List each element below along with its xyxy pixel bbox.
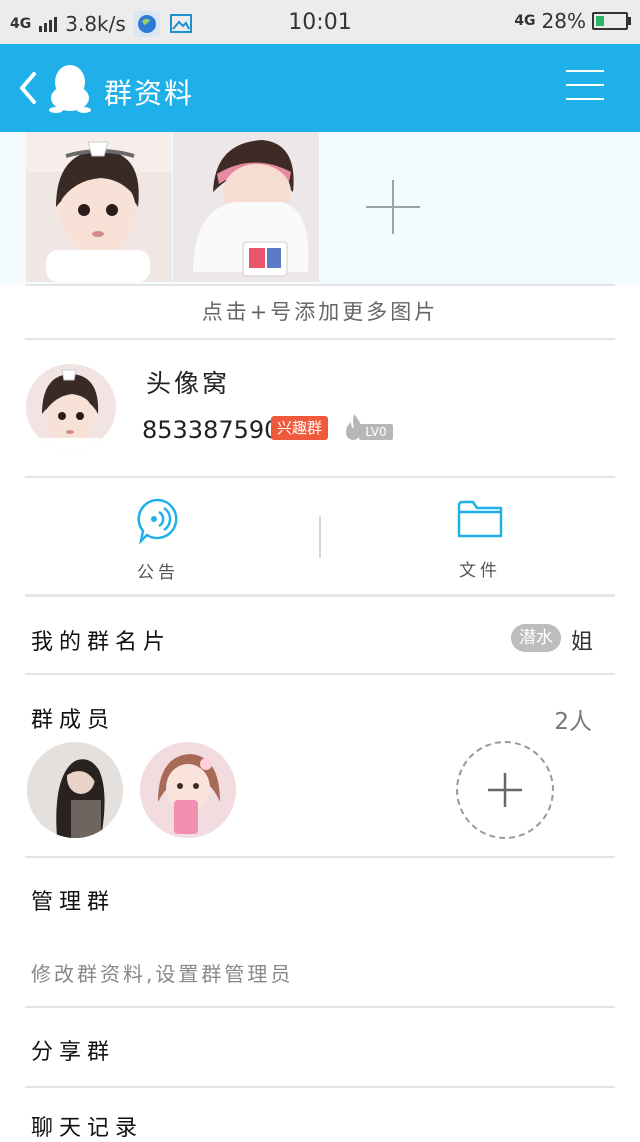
folder-icon — [457, 500, 503, 538]
divider — [25, 284, 615, 286]
divider — [25, 1086, 615, 1088]
group-avatar[interactable] — [26, 364, 116, 450]
my-card-label[interactable]: 我的群名片 — [31, 624, 171, 656]
chat-history-label[interactable]: 聊天记录 — [31, 1110, 143, 1142]
member-avatar[interactable] — [140, 742, 236, 838]
status-bar: 4G 3.8k/s 10:01 4G 28% — [0, 0, 640, 44]
page-title: 群资料 — [104, 77, 195, 110]
announcement-icon — [137, 498, 178, 545]
members-label[interactable]: 群成员 — [31, 702, 115, 734]
group-type-badge: 兴趣群 — [271, 416, 329, 440]
feature-separator — [319, 516, 321, 558]
divider — [25, 476, 615, 478]
status-right: 4G 28% — [514, 9, 631, 33]
menu-icon[interactable] — [566, 70, 604, 104]
group-photo-1[interactable] — [26, 132, 172, 282]
back-icon[interactable] — [14, 70, 44, 106]
battery-icon — [592, 12, 631, 30]
qq-penguin-icon — [49, 65, 91, 113]
divider — [25, 1006, 615, 1008]
divider — [25, 338, 615, 340]
divider — [25, 594, 615, 597]
battery-fill — [596, 16, 604, 26]
photo-hint: 点击+号添加更多图片 — [201, 300, 439, 324]
announcement-label: 公告 — [137, 563, 179, 583]
files-label: 文件 — [459, 561, 501, 581]
my-card-nickname[interactable]: 姐 — [571, 624, 593, 656]
member-status-badge: 潜水 — [511, 624, 561, 652]
add-photo-button[interactable] — [366, 180, 420, 234]
battery-percent: 28% — [541, 9, 586, 33]
group-photo-2[interactable] — [173, 132, 319, 282]
member-avatar[interactable] — [27, 742, 123, 838]
announcement-button[interactable]: 公告 — [108, 498, 208, 583]
network-type-right: 4G — [514, 13, 536, 29]
group-photos — [0, 132, 640, 284]
group-id: 853387590 — [142, 416, 280, 444]
top-bar: 群资料 — [0, 44, 640, 132]
files-button[interactable]: 文件 — [430, 498, 530, 581]
group-name: 头像窝 — [146, 369, 231, 398]
manage-group-label[interactable]: 管理群 — [31, 884, 115, 916]
group-level-badge: LV0 — [359, 424, 393, 440]
divider — [25, 856, 615, 858]
divider — [25, 673, 615, 675]
add-member-button[interactable] — [456, 741, 554, 839]
share-group-label[interactable]: 分享群 — [31, 1034, 115, 1066]
member-count: 2人 — [554, 709, 592, 735]
manage-group-desc: 修改群资料,设置群管理员 — [31, 962, 294, 986]
